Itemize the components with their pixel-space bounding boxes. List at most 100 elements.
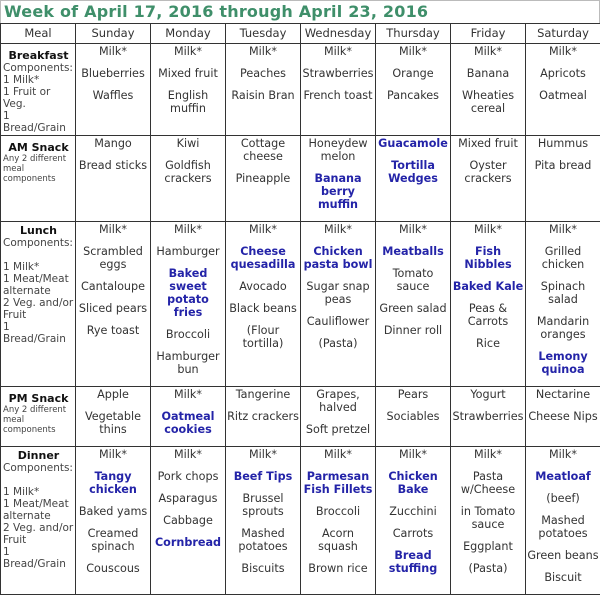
menu-item: Milk* <box>527 45 599 58</box>
menu-item-highlighted: Chicken pasta bowl <box>302 245 374 271</box>
menu-item-highlighted: Meatloaf <box>527 470 599 483</box>
menu-cell-tuesday: Milk*PeachesRaisin Bran <box>226 44 301 136</box>
menu-cell-wednesday: Grapes, halvedSoft pretzel <box>301 387 376 447</box>
menu-item-highlighted: Chicken Bake <box>377 470 449 496</box>
menu-item: Orange <box>377 67 449 80</box>
menu-cell-friday: Milk*Pasta w/Cheesein Tomato sauceEggpla… <box>451 447 526 595</box>
menu-item: Milk* <box>152 448 224 461</box>
menu-item: Cabbage <box>152 514 224 527</box>
menu-item: English muffin <box>152 89 224 115</box>
menu-item: Yogurt <box>452 388 524 401</box>
menu-item: Pineapple <box>227 172 299 185</box>
menu-item: Scrambled eggs <box>77 245 149 271</box>
menu-cell-saturday: Milk* Meatloaf (beef) Mashed potatoes Green … <box>526 447 600 595</box>
menu-item: Cottage cheese <box>227 137 299 163</box>
menu-item: Rye toast <box>77 324 149 337</box>
menu-item: Zucchini <box>377 505 449 518</box>
meal-label-cell: LunchComponents: 1 Milk* 1 Meat/Meat alt… <box>1 222 76 387</box>
menu-item: Milk* <box>452 223 524 236</box>
menu-item: Rice <box>452 337 524 350</box>
menu-item: Mashed potatoes <box>527 514 599 540</box>
menu-item: Milk* <box>227 223 299 236</box>
menu-item: Asparagus <box>152 492 224 505</box>
column-header-tuesday: Tuesday <box>226 24 301 44</box>
menu-item: Milk* <box>77 45 149 58</box>
menu-item: Mixed fruit <box>152 67 224 80</box>
menu-item: Baked yams <box>77 505 149 518</box>
menu-cell-thursday: Milk*OrangePancakes <box>376 44 451 136</box>
menu-item: Tangerine <box>227 388 299 401</box>
menu-item: Banana <box>452 67 524 80</box>
menu-item-highlighted: Bread stuffing <box>377 549 449 575</box>
menu-cell-tuesday: Cottage cheese Pineapple <box>226 136 301 222</box>
menu-item: Biscuit <box>527 571 599 584</box>
column-header-sunday: Sunday <box>76 24 151 44</box>
menu-item: Apricots <box>527 67 599 80</box>
menu-item: Cantaloupe <box>77 280 149 293</box>
menu-cell-wednesday: Milk*Parmesan Fish FilletsBroccoliAcorn … <box>301 447 376 595</box>
menu-item: Avocado <box>227 280 299 293</box>
meal-name: AM Snack <box>3 141 74 154</box>
menu-item: Milk* <box>527 448 599 461</box>
menu-item: Mixed fruit <box>452 137 524 150</box>
menu-item: Spinach salad <box>527 280 599 306</box>
meal-components: Components: 1 Milk* 1 Meat/Meat alternat… <box>3 462 74 570</box>
menu-item-highlighted: Cheese quesadilla <box>227 245 299 271</box>
menu-item: Brussel sprouts <box>227 492 299 518</box>
menu-item: Broccoli <box>302 505 374 518</box>
menu-item: Mandarin oranges <box>527 315 599 341</box>
menu-item: (Pasta) <box>452 562 524 575</box>
menu-cell-saturday: Milk*ApricotsOatmeal <box>526 44 600 136</box>
menu-item: Broccoli <box>152 328 224 341</box>
menu-item: Mango <box>77 137 149 150</box>
menu-item: Milk* <box>227 448 299 461</box>
menu-cell-sunday: Milk* Blueberries Waffles <box>76 44 151 136</box>
menu-item: Pita bread <box>527 159 599 172</box>
menu-item: Pasta w/Cheese <box>452 470 524 496</box>
meal-label-cell: BreakfastComponents: 1 Milk* 1 Fruit or … <box>1 44 76 136</box>
menu-cell-thursday: GuacamoleTortilla Wedges <box>376 136 451 222</box>
menu-item: French toast <box>302 89 374 102</box>
menu-cell-sunday: AppleVegetable thins <box>76 387 151 447</box>
menu-item-highlighted: Beef Tips <box>227 470 299 483</box>
menu-cell-thursday: Milk*MeatballsTomato sauceGreen saladDin… <box>376 222 451 387</box>
menu-item-highlighted: Banana berry muffin <box>302 172 374 211</box>
menu-item: Honeydew melon <box>302 137 374 163</box>
meal-row-breakfast: BreakfastComponents: 1 Milk* 1 Fruit or … <box>1 44 600 136</box>
menu-item-highlighted: Baked Kale <box>452 280 524 293</box>
menu-item: Raisin Bran <box>227 89 299 102</box>
menu-item: Wheaties cereal <box>452 89 524 115</box>
menu-item: Cauliflower <box>302 315 374 328</box>
menu-cell-thursday: PearsSociables <box>376 387 451 447</box>
menu-item: Waffles <box>77 89 149 102</box>
menu-item: Couscous <box>77 562 149 575</box>
meal-row-am-snack: AM SnackAny 2 different meal componentsM… <box>1 136 600 222</box>
menu-item-highlighted: Baked sweet potato fries <box>152 267 224 319</box>
page-title: Week of April 17, 2016 through April 23,… <box>0 0 600 23</box>
meal-components: Any 2 different meal components <box>3 405 74 435</box>
meal-name: PM Snack <box>3 392 74 405</box>
menu-item: Hummus <box>527 137 599 150</box>
menu-item: Milk* <box>302 223 374 236</box>
menu-item: Milk* <box>377 45 449 58</box>
menu-item: Strawberries <box>452 410 524 423</box>
menu-body: BreakfastComponents: 1 Milk* 1 Fruit or … <box>1 44 600 595</box>
menu-item: Sociables <box>377 410 449 423</box>
menu-item: (beef) <box>527 492 599 505</box>
menu-item: Goldfish crackers <box>152 159 224 185</box>
menu-item: Milk* <box>77 223 149 236</box>
menu-item: Eggplant <box>452 540 524 553</box>
menu-item: Tomato sauce <box>377 267 449 293</box>
menu-item: in Tomato sauce <box>452 505 524 531</box>
menu-cell-sunday: Milk*Scrambled eggsCantaloupeSliced pear… <box>76 222 151 387</box>
meal-label-cell: DinnerComponents: 1 Milk* 1 Meat/Meat al… <box>1 447 76 595</box>
menu-cell-wednesday: Honeydew melon Banana berry muffin <box>301 136 376 222</box>
menu-item-highlighted: Tortilla Wedges <box>377 159 449 185</box>
menu-item: Mashed potatoes <box>227 527 299 553</box>
menu-item: Green beans <box>527 549 599 562</box>
menu-cell-monday: KiwiGoldfish crackers <box>151 136 226 222</box>
menu-item: Blueberries <box>77 67 149 80</box>
menu-cell-thursday: Milk*Chicken BakeZucchiniCarrotsBread st… <box>376 447 451 595</box>
menu-item: Milk* <box>77 448 149 461</box>
meal-name: Breakfast <box>3 49 74 62</box>
